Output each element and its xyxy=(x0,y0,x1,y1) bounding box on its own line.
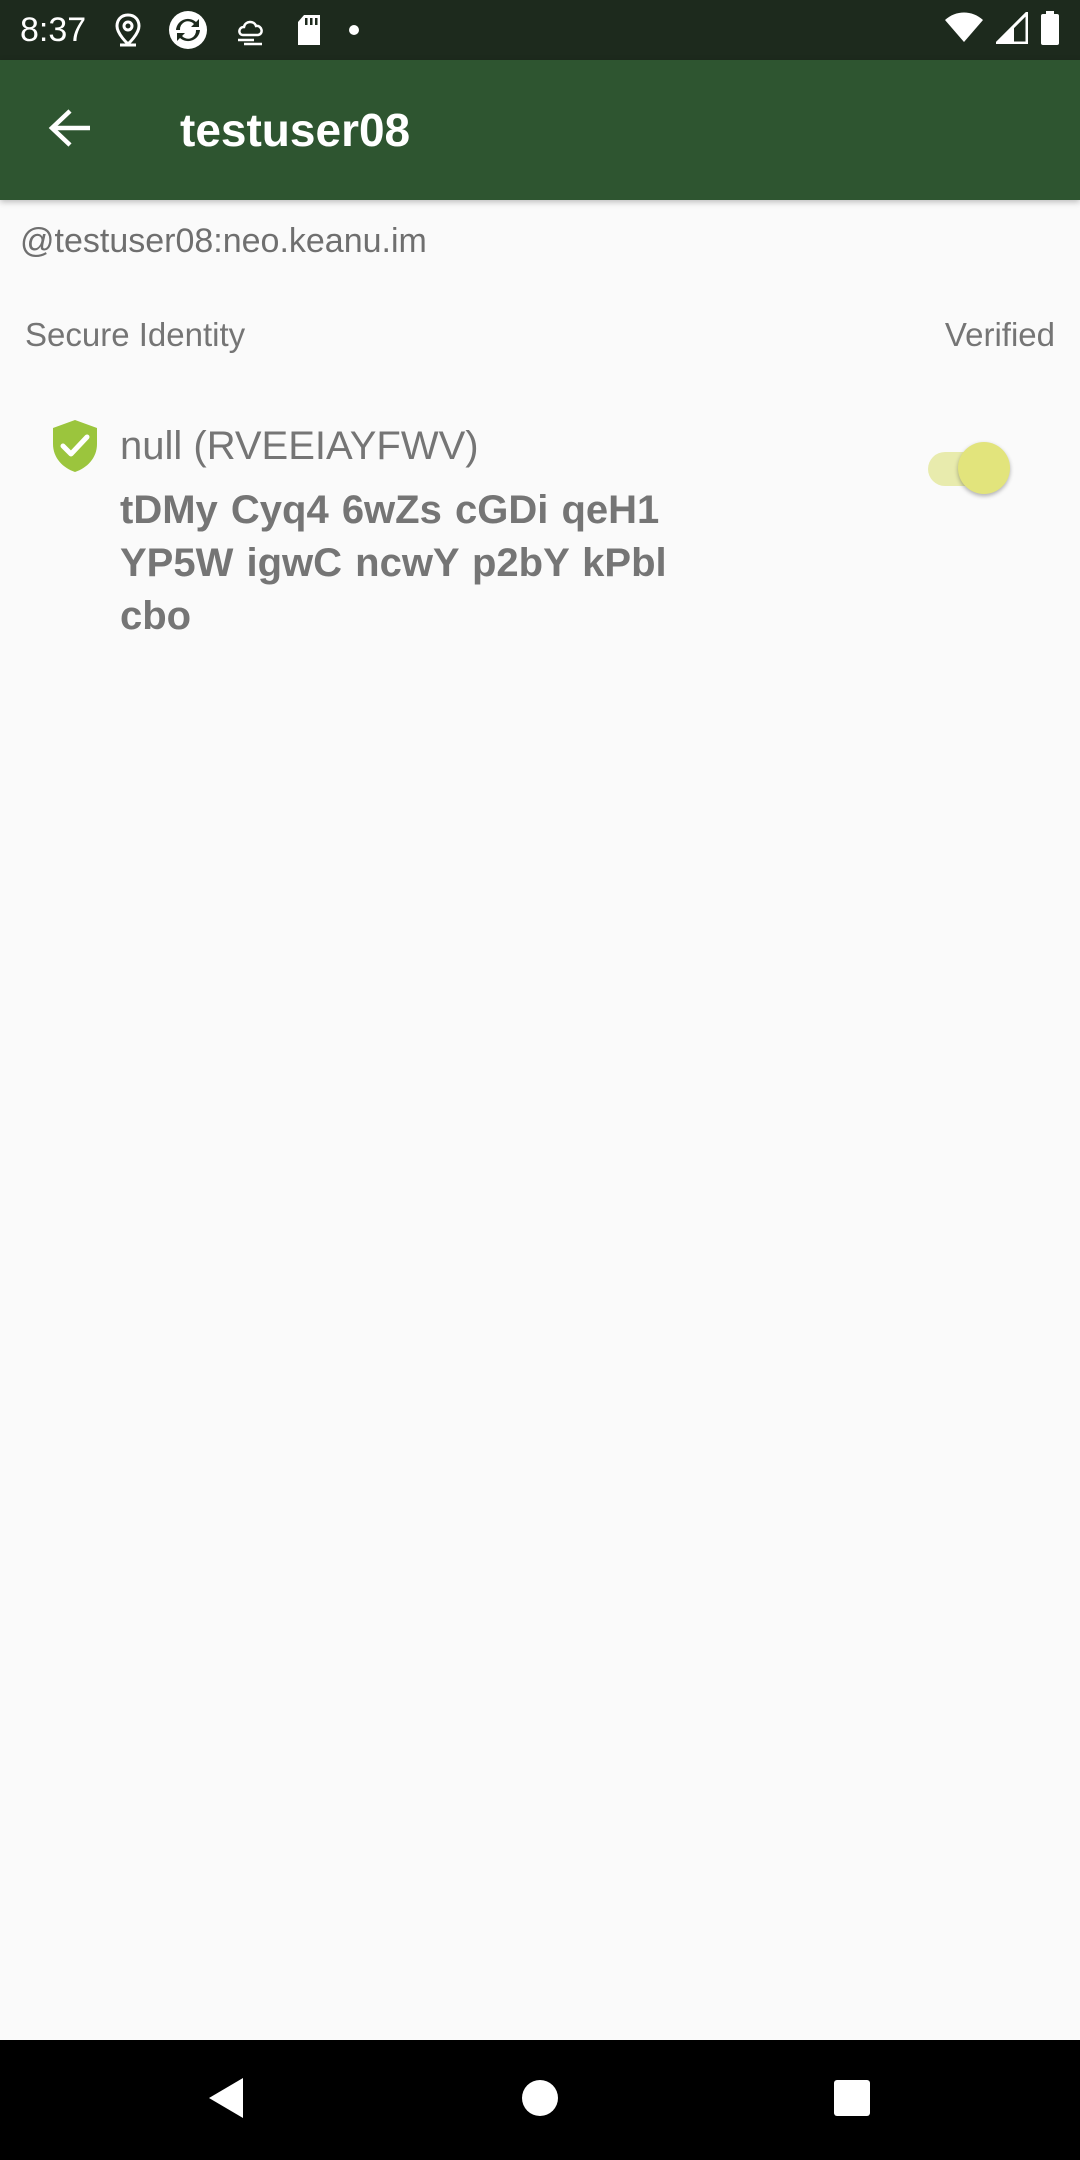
cellular-signal-icon xyxy=(993,8,1029,49)
square-recents-icon xyxy=(833,2079,871,2122)
toggle-thumb xyxy=(958,442,1010,494)
section-header: Secure Identity Verified xyxy=(25,316,1055,354)
device-name: null (RVEEIAYFWV) xyxy=(120,424,479,468)
secure-identity-label: Secure Identity xyxy=(25,316,246,353)
verified-toggle[interactable] xyxy=(924,436,1012,500)
navigation-bar xyxy=(0,2040,1080,2160)
status-left-icons xyxy=(114,10,360,50)
battery-icon xyxy=(1040,10,1060,50)
triangle-back-icon xyxy=(205,2076,245,2125)
sync-icon xyxy=(168,10,208,50)
shield-check-icon xyxy=(50,418,100,479)
arrow-back-icon xyxy=(48,108,92,153)
wifi-icon xyxy=(944,12,984,49)
status-right-icons xyxy=(944,8,1060,50)
app-bar: testuser08 xyxy=(0,60,1080,200)
nav-home-button[interactable] xyxy=(465,2040,615,2160)
status-time: 8:37 xyxy=(20,10,87,49)
verified-label: Verified xyxy=(944,316,1055,353)
page-title: testuser08 xyxy=(180,104,411,156)
nav-back-button[interactable] xyxy=(150,2040,300,2160)
device-fingerprint: tDMy Cyq4 6wZs cGDi qeH1 YP5W igwC ncwY … xyxy=(120,488,667,638)
notification-dot-icon xyxy=(348,24,360,36)
circle-home-icon xyxy=(520,2078,560,2123)
location-icon xyxy=(114,13,142,47)
back-button[interactable] xyxy=(0,60,140,200)
device-list-item: null (RVEEIAYFWV) tDMy Cyq4 6wZs cGDi qe… xyxy=(0,410,1080,650)
status-bar: 8:37 xyxy=(0,0,1080,60)
nav-recents-button[interactable] xyxy=(777,2040,927,2160)
sd-card-icon xyxy=(296,14,322,46)
screen: 8:37 testuser08 @testuser08:neo.keanu.im… xyxy=(0,0,1080,2160)
weather-icon xyxy=(234,13,270,47)
user-matrix-id: @testuser08:neo.keanu.im xyxy=(20,222,427,260)
